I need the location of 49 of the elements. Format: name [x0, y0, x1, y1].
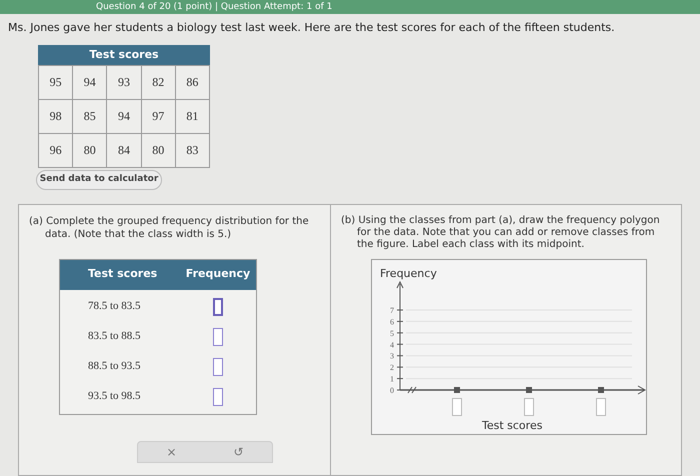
- class-point-handle[interactable]: [454, 386, 460, 392]
- graph-panel[interactable]: Frequency 7 6 5 4 3 2 1 0 Test scores: [371, 258, 647, 434]
- column-header: Frequency: [184, 266, 252, 282]
- table-cell: 82: [142, 66, 176, 100]
- table-cell: 97: [142, 100, 176, 134]
- tick-label: 7: [390, 306, 394, 314]
- class-point-handle[interactable]: [526, 386, 532, 392]
- tick-label: 3: [390, 351, 394, 360]
- tick-label: 1: [390, 374, 394, 384]
- table-cell: 80: [142, 134, 176, 168]
- class-label: 78.5 to 83.5: [87, 299, 142, 314]
- class-label: 88.5 to 93.5: [87, 359, 142, 374]
- class-label: 83.5 to 88.5: [87, 329, 142, 344]
- table-cell: 96: [39, 134, 74, 168]
- class-label: 93.5 to 98.5: [87, 389, 142, 404]
- midpoint-input[interactable]: [524, 398, 534, 416]
- frequency-input[interactable]: [213, 328, 223, 346]
- table-header: Test scores: [38, 44, 210, 64]
- table-cell: 98: [39, 100, 74, 134]
- table-cell: 81: [176, 100, 210, 134]
- midpoint-input[interactable]: [452, 398, 462, 416]
- part-a-prompt: (a) Complete the grouped frequency distribution for the data. (Note that the class width is 5.): [28, 214, 310, 240]
- header-bar: Question 4 of 20 (1 point) | Question Attempt: 1 of 1: [0, 0, 700, 14]
- table-cell: 94: [107, 100, 142, 134]
- table-cell: 83: [176, 134, 210, 168]
- table-cell: 93: [107, 66, 142, 100]
- table-cell: 84: [107, 134, 142, 168]
- tick-label: 4: [390, 340, 394, 349]
- axis-title: Test scores: [482, 418, 542, 434]
- table-cell: 80: [73, 134, 108, 168]
- midpoint-input[interactable]: [596, 398, 606, 416]
- axis-break-icon: [408, 386, 416, 393]
- table-cell: 86: [176, 66, 210, 100]
- column-header: Test scores: [87, 266, 158, 282]
- frequency-input[interactable]: [213, 358, 223, 376]
- table-cell: 85: [73, 100, 108, 134]
- frequency-input[interactable]: [213, 388, 223, 406]
- tick-label: 5: [390, 328, 394, 338]
- table-cell: 94: [73, 66, 108, 100]
- class-point-handle[interactable]: [598, 386, 604, 392]
- frequency-input[interactable]: [213, 298, 223, 316]
- part-b-prompt: (b) Using the classes from part (a), draw the frequency polygon for the data. Note that you can add or remove classes from the figure. Label each class with its midpoint.: [340, 214, 661, 250]
- table-cell: 95: [39, 66, 74, 100]
- tick-label: 6: [390, 316, 394, 326]
- question-text: Ms. Jones gave her students a biology test last week. Here are the test scores for each of the fifteen students.: [7, 20, 616, 36]
- tick-label: 0: [390, 386, 394, 394]
- send-data-button[interactable]: Send data to calculator: [36, 170, 162, 190]
- axis-title: Frequency: [380, 266, 437, 282]
- tick-label: 2: [390, 362, 394, 372]
